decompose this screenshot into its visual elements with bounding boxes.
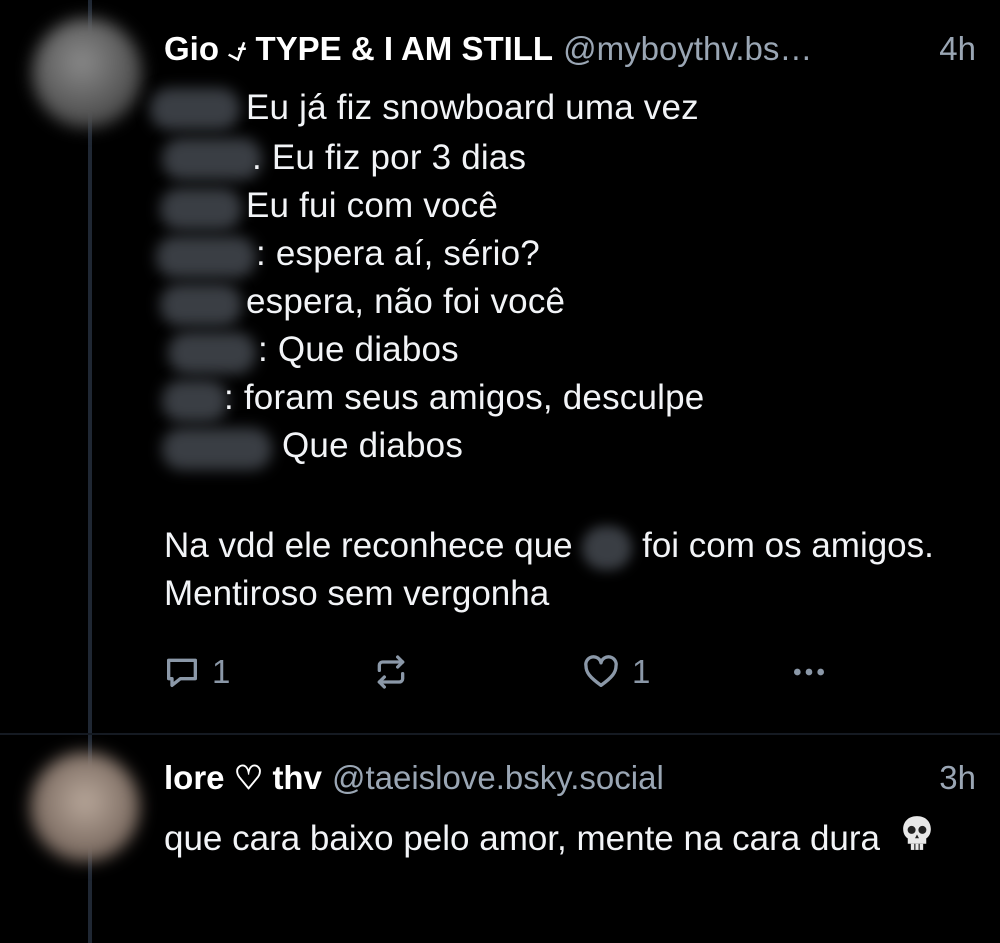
post-header: Gio ⍻ TYPE & I AM STILL @myboythv.bs… 4h [164,30,976,78]
avatar[interactable] [30,752,140,862]
heart-icon [580,652,622,692]
repost-icon [370,652,412,692]
avatar[interactable] [32,18,142,128]
post-body: que cara baixo pelo amor, mente na cara … [164,812,964,869]
post-header: lore ♡ thv @taeislove.bsky.social 3h [164,758,976,806]
dialogue-line: : foram seus amigos, desculpe [224,378,705,417]
blurred-name [150,88,240,130]
dialogue-line: Eu já fiz snowboard uma vez [246,88,699,127]
author-name[interactable]: lore ♡ thv [164,758,322,797]
dialogue-line: espera, não foi você [246,282,566,321]
more-button[interactable] [787,650,831,694]
post-body: Na vdd ele reconhece que foi com os amig… [164,522,964,618]
dialogue-line: Que diabos [282,426,464,465]
author-handle[interactable]: @taeislove.bsky.social [332,759,927,797]
reply-count: 1 [212,653,231,690]
blurred-name [162,380,228,422]
author-name[interactable]: Gio ⍻ TYPE & I AM STILL [164,30,553,69]
post-body-part1: Na vdd ele reconhece que [164,526,573,565]
dialogue-line: : Que diabos [258,330,459,369]
reply-button[interactable]: 1 [162,650,230,694]
post-time[interactable]: 4h [939,30,976,68]
blurred-name [162,138,262,180]
blurred-name [582,525,633,570]
blurred-name [162,428,272,470]
blurred-name [168,332,256,374]
dialogue-line: : espera aí, sério? [256,234,540,273]
like-button[interactable]: 1 [580,650,650,694]
post-time[interactable]: 3h [939,759,976,797]
post-actions: 1 1 [162,650,982,694]
repost-button[interactable] [370,650,412,694]
more-icon [787,652,831,692]
blurred-name [160,284,242,326]
blurred-name [160,188,242,230]
post-body-text: que cara baixo pelo amor, mente na cara … [164,819,880,858]
like-count: 1 [632,653,651,690]
skull-icon [898,813,936,869]
author-handle[interactable]: @myboythv.bs… [563,30,927,68]
reply-icon [162,652,202,692]
post-1[interactable]: Gio ⍻ TYPE & I AM STILL @myboythv.bs… 4h… [0,0,1000,735]
blurred-name [156,236,256,278]
dialogue-line: . Eu fiz por 3 dias [252,138,527,177]
dialogue-line: Eu fui com você [246,186,498,225]
